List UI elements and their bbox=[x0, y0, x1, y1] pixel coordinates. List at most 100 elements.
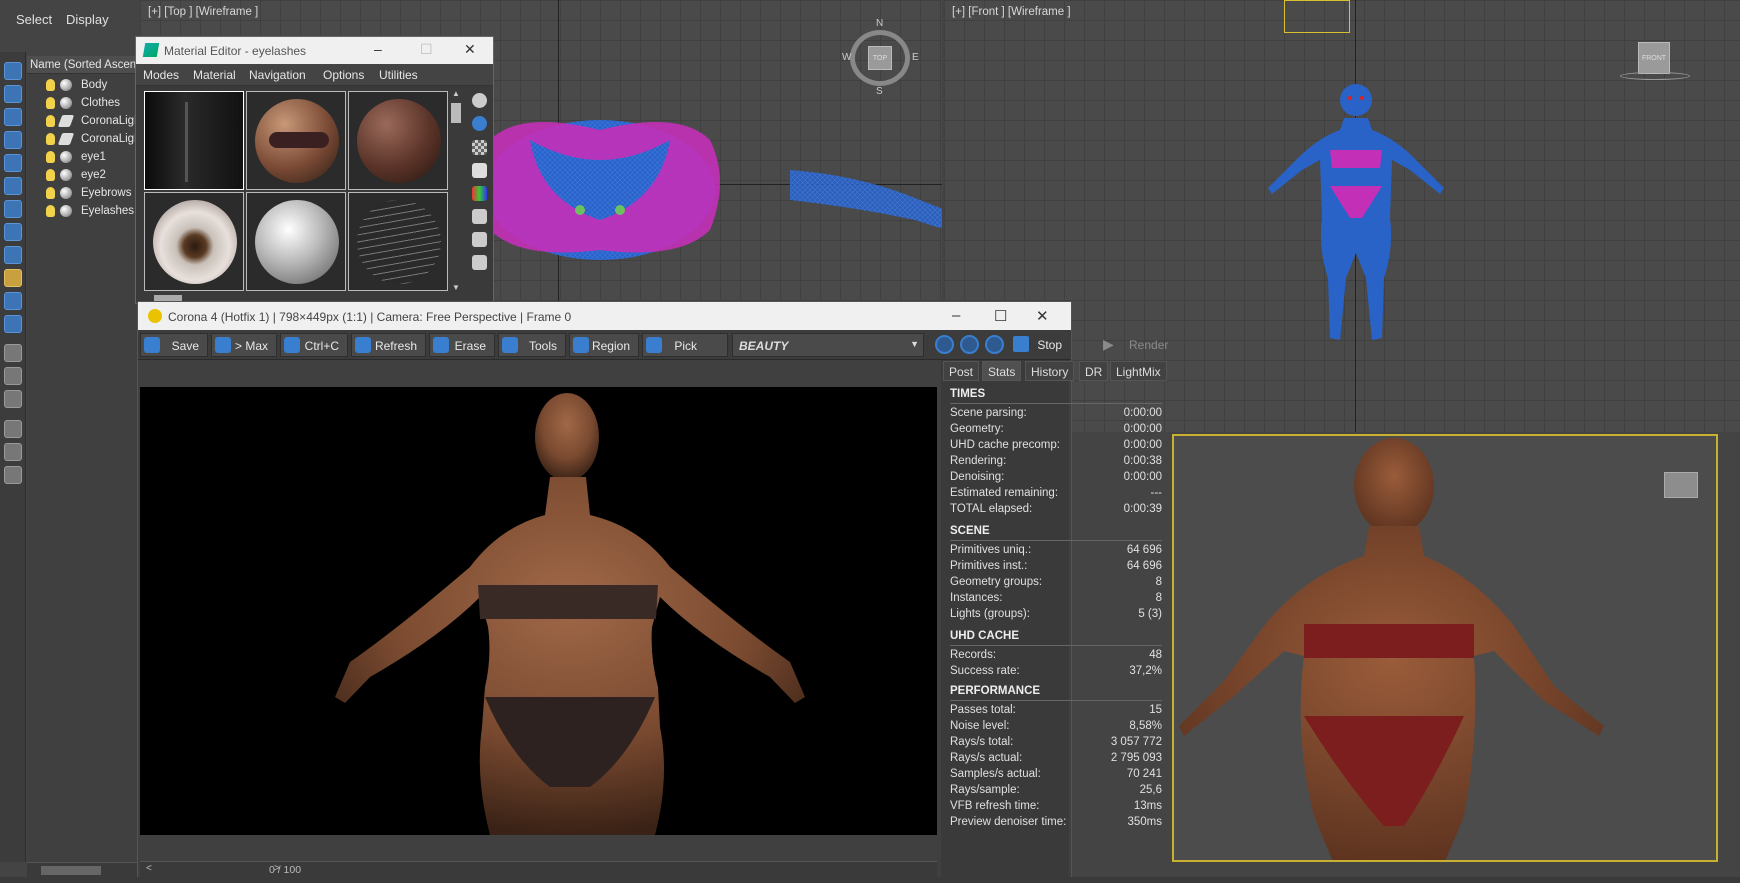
tab-post[interactable]: Post bbox=[943, 361, 980, 381]
list-item[interactable]: Body bbox=[27, 77, 138, 94]
menu-display[interactable]: Display bbox=[66, 12, 109, 27]
video-color-check-icon[interactable] bbox=[472, 186, 487, 201]
render-button[interactable]: ▶ Render bbox=[1101, 333, 1168, 357]
tools-button[interactable]: Tools bbox=[498, 333, 566, 357]
save-button[interactable]: Save bbox=[140, 333, 208, 357]
vfb-titlebar[interactable]: Corona 4 (Hotfix 1) | 798×449px (1:1) | … bbox=[138, 302, 1071, 330]
close-icon[interactable]: ✕ bbox=[464, 41, 476, 58]
render-element-select[interactable]: BEAUTY ▼ bbox=[732, 333, 924, 357]
light-bulb-icon[interactable] bbox=[46, 187, 55, 199]
light-bulb-icon[interactable] bbox=[46, 133, 55, 145]
zoom-out-icon[interactable] bbox=[960, 335, 979, 354]
display-cameras-icon[interactable] bbox=[4, 292, 22, 310]
name-column-header[interactable]: Name (Sorted Ascend bbox=[27, 56, 138, 74]
viewcube-compass[interactable]: TOP N S W E bbox=[842, 18, 919, 97]
sample-uv-tiling-icon[interactable] bbox=[472, 163, 487, 178]
display-xrefs-icon[interactable] bbox=[4, 390, 22, 408]
zoom-fit-icon[interactable] bbox=[985, 335, 1004, 354]
material-slot[interactable] bbox=[348, 192, 448, 291]
display-lights-icon[interactable] bbox=[4, 269, 22, 287]
material-slot[interactable] bbox=[144, 192, 244, 291]
list-item[interactable]: Eyelashes bbox=[27, 203, 138, 220]
display-none-icon[interactable] bbox=[4, 85, 22, 103]
region-button[interactable]: Region bbox=[569, 333, 639, 357]
menu-material[interactable]: Material bbox=[193, 68, 236, 82]
list-item[interactable]: CoronaLigh bbox=[27, 131, 138, 148]
display-helpers-icon[interactable] bbox=[4, 315, 22, 333]
maximize-icon[interactable]: ☐ bbox=[994, 307, 1007, 325]
display-spacewarps-icon[interactable] bbox=[4, 344, 22, 362]
list-item[interactable]: Eyebrows bbox=[27, 185, 138, 202]
light-bulb-icon[interactable] bbox=[46, 97, 55, 109]
menu-select[interactable]: Select bbox=[16, 12, 52, 27]
list-item[interactable]: eye1 bbox=[27, 149, 138, 166]
prev-arrow-icon[interactable]: < bbox=[146, 863, 152, 874]
filter-settings-icon[interactable] bbox=[4, 443, 22, 461]
scrollbar-thumb[interactable] bbox=[41, 866, 101, 875]
material-slot[interactable] bbox=[348, 91, 448, 190]
display-all-icon[interactable] bbox=[4, 108, 22, 126]
viewcube-front[interactable]: FRONT bbox=[1638, 42, 1670, 74]
viewport-label-front[interactable]: [+] [Front ] [Wireframe ] bbox=[952, 6, 1071, 18]
light-bulb-icon[interactable] bbox=[46, 115, 55, 127]
light-bulb-icon[interactable] bbox=[46, 151, 55, 163]
tab-lightmix[interactable]: LightMix bbox=[1110, 361, 1167, 381]
background-icon[interactable] bbox=[472, 140, 487, 155]
menu-modes[interactable]: Modes bbox=[143, 68, 179, 82]
list-item[interactable]: eye2 bbox=[27, 167, 138, 184]
minimize-icon[interactable]: – bbox=[952, 307, 960, 324]
material-editor-window[interactable]: Material Editor - eyelashes – ☐ ✕ Modes … bbox=[135, 36, 494, 304]
next-arrow-icon[interactable]: > bbox=[274, 863, 280, 874]
find-icon[interactable] bbox=[4, 154, 22, 172]
make-preview-icon[interactable] bbox=[472, 209, 487, 224]
close-icon[interactable]: ✕ bbox=[1036, 307, 1049, 325]
select-objects-icon[interactable] bbox=[4, 62, 22, 80]
layer-icon[interactable] bbox=[4, 466, 22, 484]
list-item[interactable]: CoronaLigh bbox=[27, 113, 138, 130]
menu-utilities[interactable]: Utilities bbox=[379, 68, 418, 82]
display-shapes-icon[interactable] bbox=[4, 246, 22, 264]
material-slot[interactable] bbox=[246, 91, 346, 190]
tab-history[interactable]: History bbox=[1025, 361, 1075, 381]
refresh-button[interactable]: Refresh bbox=[351, 333, 426, 357]
zoom-in-icon[interactable] bbox=[935, 335, 954, 354]
scene-list-scrollbar[interactable] bbox=[27, 862, 138, 877]
viewcube-top[interactable]: TOP bbox=[868, 46, 892, 70]
list-item[interactable]: Clothes bbox=[27, 95, 138, 112]
invert-display-icon[interactable] bbox=[4, 131, 22, 149]
minimize-icon[interactable]: – bbox=[374, 41, 382, 57]
erase-button[interactable]: Erase bbox=[429, 333, 495, 357]
stop-button[interactable]: Stop bbox=[1010, 333, 1070, 357]
sample-type-icon[interactable] bbox=[472, 93, 487, 108]
material-slot[interactable] bbox=[144, 91, 244, 190]
viewport-label-top[interactable]: [+] [Top ] [Wireframe ] bbox=[148, 6, 258, 18]
corona-vfb-window[interactable]: Corona 4 (Hotfix 1) | 798×449px (1:1) | … bbox=[137, 301, 1072, 878]
light-bulb-icon[interactable] bbox=[46, 205, 55, 217]
material-editor-titlebar[interactable]: Material Editor - eyelashes – ☐ ✕ bbox=[136, 37, 493, 64]
display-children-icon[interactable] bbox=[4, 177, 22, 195]
menu-navigation[interactable]: Navigation bbox=[249, 68, 306, 82]
filter-icon[interactable] bbox=[4, 420, 22, 438]
backlight-icon[interactable] bbox=[472, 116, 487, 131]
light-bulb-icon[interactable] bbox=[46, 79, 55, 91]
copy-button[interactable]: Ctrl+C bbox=[280, 333, 348, 357]
display-geometry-icon[interactable] bbox=[4, 223, 22, 241]
material-slots-scrollbar[interactable]: ▲ ▼ bbox=[449, 89, 463, 295]
tab-dr[interactable]: DR bbox=[1079, 361, 1109, 381]
display-groups-icon[interactable] bbox=[4, 367, 22, 385]
viewport-perspective[interactable] bbox=[1172, 434, 1718, 862]
light-bulb-icon[interactable] bbox=[46, 169, 55, 181]
material-slot[interactable] bbox=[246, 192, 346, 291]
wireframe-body-front[interactable] bbox=[1244, 78, 1474, 358]
tab-stats[interactable]: Stats bbox=[982, 361, 1022, 381]
render-preview[interactable] bbox=[140, 387, 937, 835]
maximize-icon[interactable]: ☐ bbox=[420, 41, 433, 58]
light-object[interactable] bbox=[1284, 0, 1350, 33]
select-by-material-icon[interactable] bbox=[472, 255, 487, 270]
wireframe-body-top[interactable] bbox=[460, 110, 942, 270]
display-references-icon[interactable] bbox=[4, 200, 22, 218]
pick-button[interactable]: Pick bbox=[642, 333, 728, 357]
menu-options[interactable]: Options bbox=[323, 68, 364, 82]
options-icon[interactable] bbox=[472, 232, 487, 247]
to-max-button[interactable]: > Max bbox=[211, 333, 277, 357]
